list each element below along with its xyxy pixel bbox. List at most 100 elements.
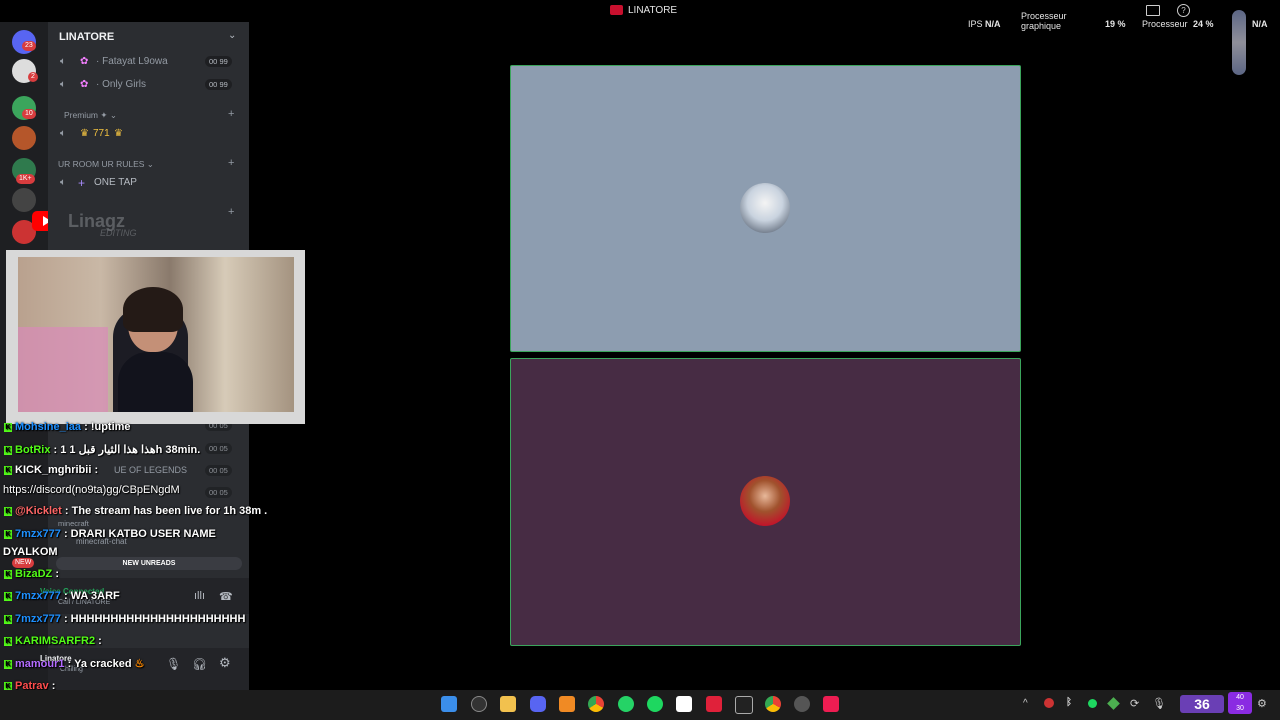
chrome-icon[interactable] [588,696,604,712]
kick-icon: K [4,569,12,579]
voice-tile-1[interactable] [510,65,1021,352]
chat-username: BotRix [15,444,51,456]
kick-icon: K [4,614,12,624]
add-channel-icon[interactable]: + [228,108,234,120]
spotify-icon[interactable] [647,696,663,712]
channel-one-tap[interactable]: ONE TAP [94,177,137,188]
clock[interactable]: 40 30 [1228,692,1252,714]
webcam-bed [18,327,108,412]
category-premium-label: Premium [64,110,99,120]
webcam-person-hair [123,287,183,332]
vlc-icon[interactable] [559,696,575,712]
chat-line: K KARIMSARFR2 : [4,635,102,647]
add-channel-icon[interactable]: + [228,206,234,218]
flower-icon: ✿ [80,56,89,67]
settings-gear-icon[interactable]: ⚙ [219,655,231,671]
hud-ips-value: N/A [985,19,1001,29]
chat-line: K 7mzx777 : HHHHHHHHHHHHHHHHHHHHHH [4,613,245,625]
file-explorer-icon[interactable] [500,696,516,712]
noise-suppression-icon[interactable]: ıllı [194,590,205,602]
speaker-icon: 🔈︎ [60,177,66,188]
discord-icon[interactable] [530,696,546,712]
chat-text: : Ya cracked [67,658,132,670]
help-icon[interactable]: ? [1177,4,1190,17]
category-rules-label: UR ROOM UR RULES [58,159,145,169]
chat-username: BizaDZ [15,568,53,580]
channel-fatayat[interactable]: · Fatayat L9owa [96,56,168,67]
webcam-person-body [118,352,193,412]
microphone-icon[interactable]: 🎙︎ [166,657,181,671]
kick-icon: K [4,659,12,669]
add-channel-icon[interactable]: + [228,157,234,169]
clock-bottom: 30 [1236,705,1244,712]
tray-mic-icon[interactable]: 🎙︎ [1152,697,1166,710]
dm-badge: 23 [22,41,36,51]
chat-username: 7mzx777 [15,590,61,602]
search-icon[interactable] [471,696,487,712]
hud-gpu-label: Processeur graphique [1021,11,1067,31]
category-ur-room[interactable]: UR ROOM UR RULES ⌄ [58,159,154,170]
hud-ips-label: IPS [968,19,983,29]
server-badge: 10 [22,109,36,119]
app-red-icon[interactable] [706,696,722,712]
windows-start-icon[interactable] [441,696,457,712]
channel-count: 00 99 [205,56,232,67]
headphones-icon[interactable]: 🎧︎ [192,657,207,671]
chat-username: @Kicklet [15,505,62,517]
channel-only-girls[interactable]: · Only Girls [96,79,146,90]
chat-line: K 7mzx777 : DRARI KATBO USER NAME [4,528,216,540]
chrome-alt-icon[interactable] [765,696,781,712]
hud-gpu-value: 19 % [1105,19,1126,29]
capcut-icon[interactable] [676,696,692,712]
webcam-feed [18,257,294,412]
kick-viewer-count: 36 [1180,695,1224,713]
participant-avatar-1 [740,183,790,233]
settings-gear-icon[interactable] [794,696,810,712]
chat-text: https://discord(no9ta)gg/CBpENgdM [3,484,180,496]
app-dark-icon[interactable] [735,696,753,714]
tiktok-icon[interactable] [823,696,839,712]
channel-count: 00 05 [205,487,232,498]
hud-gpu-label-line1: Processeur [1021,11,1067,21]
category-minecraft[interactable]: minecraft [58,519,89,528]
cursor-figure-icon [1232,10,1246,75]
hud-cpu-label: Processeur [1142,19,1188,29]
notification-icon[interactable]: ⚙ [1257,697,1267,710]
tray-spotify-icon[interactable] [1088,699,1097,708]
plus-icon: + [78,176,86,190]
chat-username: 7mzx777 [15,528,61,540]
bluetooth-icon[interactable]: ᛒ [1066,697,1072,708]
kick-icon: K [4,529,12,539]
chat-text: : [94,464,99,476]
new-badge: NEW [12,558,35,568]
chat-line: K BizaDZ : [4,568,59,580]
server-icon-fox[interactable] [12,126,36,150]
chevron-down-icon[interactable]: ⌄ [228,30,236,41]
sync-icon[interactable]: ⟳ [1130,697,1139,710]
chat-text: : [55,568,60,580]
chat-text: : 1 هذا هذا الثيار قبل 1h 38min. [53,444,201,456]
hud-gpu-label-line2: graphique [1021,21,1062,31]
speaker-icon: 🔈︎ [60,56,66,67]
chat-text: : WA 3ARF [63,590,120,602]
tray-app-icon[interactable] [1044,698,1054,708]
clock-top: 40 [1236,694,1244,701]
inbox-icon[interactable] [1146,5,1160,16]
crown-icon: ♛ [114,128,123,139]
chat-line: K 7mzx777 : WA 3ARF [4,590,120,602]
chat-line: K Mohsine_iaa : !uptime [4,421,131,433]
channel-league[interactable]: UE OF LEGENDS [114,465,187,475]
chat-line: Kmamour1 : Ya cracked ♨ [4,657,145,670]
chevron-up-icon[interactable]: ^ [1023,698,1028,709]
hud-cpu-value: 24 % [1193,19,1214,29]
kick-icon: K [4,636,12,646]
category-premium[interactable]: Premium ✦ ⌄ [64,110,117,121]
chat-text: : HHHHHHHHHHHHHHHHHHHHHH [63,613,246,625]
whatsapp-icon[interactable] [618,696,634,712]
channel-771[interactable]: 771 [93,128,110,139]
channel-count: 00 99 [205,79,232,90]
new-unreads-pill[interactable]: NEW UNREADS [56,557,242,570]
disconnect-icon[interactable]: ☎ [219,590,233,603]
voice-tile-2[interactable] [510,358,1021,646]
server-icon-dark[interactable] [12,188,36,212]
